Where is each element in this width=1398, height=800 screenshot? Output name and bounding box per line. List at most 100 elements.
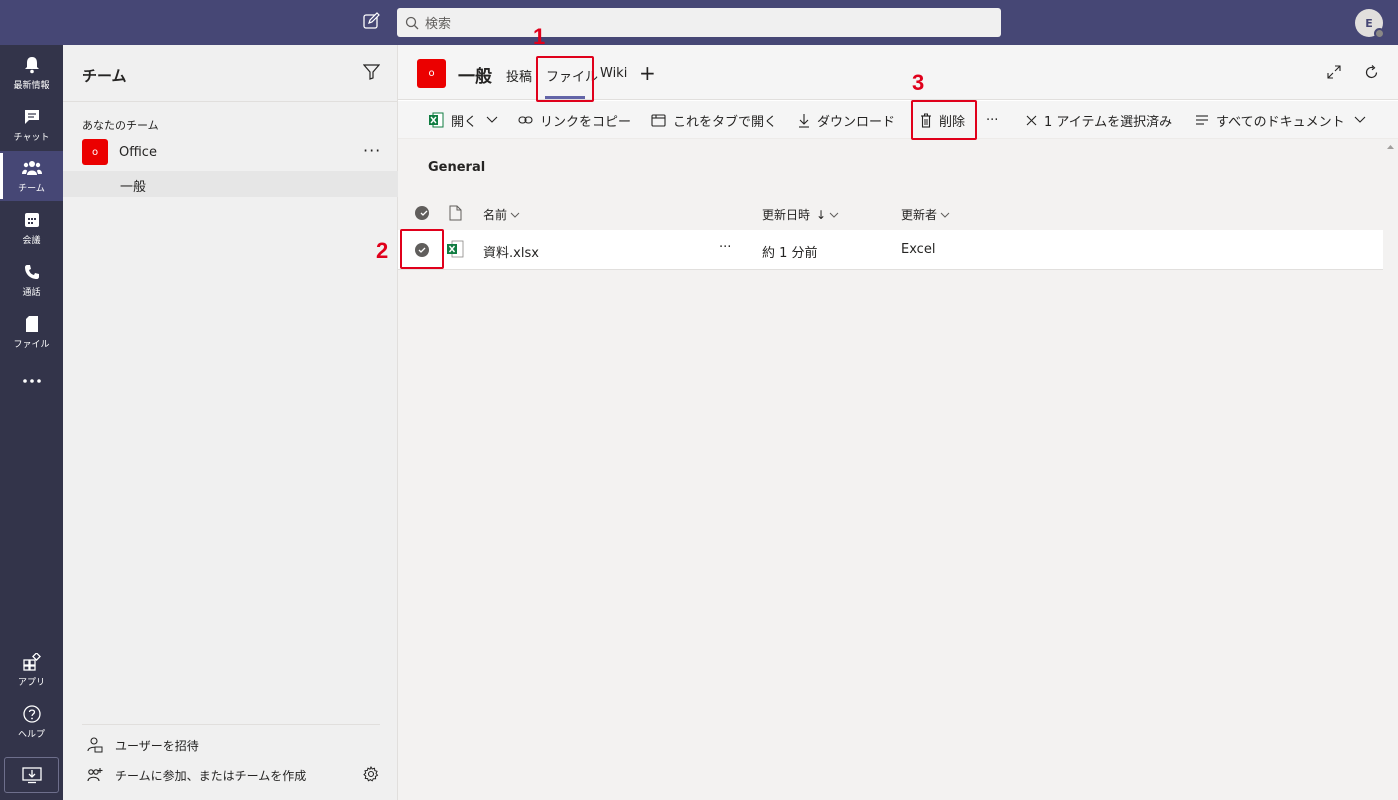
rail-item-label: 会議	[22, 236, 41, 246]
column-modified-by-label: 更新者	[901, 208, 938, 222]
rail-item-apps[interactable]: アプリ	[0, 645, 63, 695]
teams-icon	[21, 158, 42, 178]
select-all-checkbox[interactable]	[415, 206, 429, 220]
chevron-down-icon	[510, 212, 520, 218]
add-user-icon	[87, 737, 103, 753]
tab-icon	[651, 113, 666, 127]
page-title: 一般	[458, 67, 492, 87]
more-options-icon[interactable]: ···	[363, 141, 381, 160]
selection-count-label: 1 アイテムを選択済み	[1044, 114, 1173, 130]
join-create-team-button[interactable]: チームに参加、またはチームを作成	[87, 765, 306, 785]
app-rail: 最新情報 チャット チーム 会議 通話 ファイル アプリ ヘルプ	[0, 45, 63, 800]
rail-item-activity[interactable]: 最新情報	[0, 48, 63, 98]
row-more-button[interactable]: ···	[719, 240, 731, 255]
join-label: チームに参加、またはチームを作成	[115, 768, 307, 783]
channel-item-general[interactable]: 一般	[63, 171, 398, 197]
panel-title: チーム	[82, 67, 127, 85]
chevron-down-icon	[1354, 116, 1365, 123]
copy-link-button[interactable]: リンクをコピー	[518, 101, 631, 139]
main-area: o 一般 投稿 ファイル Wiki + 開く リンクをコピー これをタブで開く	[398, 45, 1398, 800]
search-icon	[405, 16, 419, 29]
list-view-icon	[1196, 115, 1208, 125]
download-app-button[interactable]	[4, 757, 59, 793]
rail-item-calls[interactable]: 通話	[0, 255, 63, 305]
avatar-initial: E	[1365, 16, 1373, 30]
column-name-label: 名前	[483, 208, 508, 222]
bell-icon	[22, 55, 42, 75]
file-modified-by: Excel	[901, 242, 936, 257]
tab-wiki[interactable]: Wiki	[600, 66, 627, 81]
link-icon	[518, 116, 533, 124]
sort-arrow-icon: ↓	[816, 207, 827, 222]
team-logo: o	[82, 139, 108, 165]
expand-icon[interactable]	[1327, 65, 1341, 83]
chevron-down-icon	[486, 116, 498, 123]
rail-item-label: ヘルプ	[17, 730, 45, 740]
teams-panel: チーム あなたのチーム o Office ··· 一般 ユーザーを招待 チームに…	[63, 45, 398, 800]
column-modified-by[interactable]: 更新者	[901, 206, 950, 223]
channel-name: 一般	[120, 180, 147, 195]
gear-icon[interactable]	[363, 765, 379, 786]
calendar-icon	[22, 210, 42, 230]
callout-number-1: 1	[533, 24, 546, 49]
search-placeholder: 検索	[425, 17, 452, 32]
rail-item-label: チーム	[18, 184, 45, 194]
rail-item-label: アプリ	[17, 678, 45, 688]
avatar[interactable]: E	[1355, 9, 1385, 39]
compose-icon[interactable]	[362, 12, 382, 32]
chevron-down-icon	[940, 212, 950, 218]
team-item-office[interactable]: o Office ···	[63, 139, 398, 167]
scrollbar[interactable]	[1383, 139, 1398, 800]
callout-box-row-checkbox	[400, 229, 444, 269]
column-name[interactable]: 名前	[483, 206, 520, 223]
apps-icon	[22, 652, 42, 672]
open-label: 開く	[451, 114, 478, 130]
excel-file-icon	[446, 240, 464, 262]
top-bar: 検索 E	[0, 0, 1398, 45]
open-button[interactable]: 開く	[428, 101, 498, 139]
file-type-icon[interactable]	[446, 205, 462, 221]
rail-item-more[interactable]	[0, 357, 63, 407]
download-icon	[21, 767, 42, 784]
callout-number-3: 3	[912, 70, 925, 95]
clear-selection-button[interactable]: 1 アイテムを選択済み	[1026, 101, 1172, 139]
invite-label: ユーザーを招待	[115, 738, 199, 753]
file-icon	[22, 314, 42, 334]
chevron-down-icon	[829, 212, 839, 218]
refresh-icon[interactable]	[1364, 65, 1379, 84]
divider	[82, 724, 380, 725]
search-input[interactable]: 検索	[397, 8, 1001, 37]
add-tab-icon[interactable]: +	[639, 61, 656, 85]
library-title: General	[428, 160, 486, 175]
view-selector-label: すべてのドキュメント	[1216, 114, 1345, 130]
column-header-row: 名前 更新日時 ↓ 更新者	[398, 197, 1383, 229]
rail-item-teams[interactable]: チーム	[0, 151, 63, 201]
download-label: ダウンロード	[817, 114, 896, 130]
scroll-up-icon	[1387, 145, 1394, 149]
rail-item-meetings[interactable]: 会議	[0, 203, 63, 253]
file-name-link[interactable]: 資料.xlsx	[483, 242, 539, 261]
channel-logo-letter: o	[428, 68, 435, 79]
tab-posts[interactable]: 投稿	[506, 66, 532, 85]
more-commands-button[interactable]: ···	[986, 101, 998, 139]
rail-item-files[interactable]: ファイル	[0, 307, 63, 357]
table-row[interactable]: 資料.xlsx ··· 約 1 分前 Excel	[398, 230, 1383, 270]
section-label: あなたのチーム	[82, 119, 159, 132]
download-icon	[799, 113, 809, 128]
filter-icon[interactable]	[362, 64, 381, 84]
check-icon	[420, 210, 427, 216]
rail-item-label: 最新情報	[13, 81, 50, 91]
more-icon	[22, 371, 42, 391]
chat-icon	[22, 107, 42, 127]
download-button[interactable]: ダウンロード	[798, 101, 895, 139]
callout-box-files-tab	[536, 56, 594, 102]
rail-item-label: チャット	[13, 133, 50, 143]
rail-item-help[interactable]: ヘルプ	[0, 697, 63, 747]
column-modified[interactable]: 更新日時 ↓	[762, 206, 839, 223]
help-icon	[22, 704, 42, 724]
callout-box-delete	[911, 100, 977, 140]
view-selector[interactable]: すべてのドキュメント	[1195, 101, 1366, 139]
rail-item-chat[interactable]: チャット	[0, 100, 63, 150]
open-as-tab-button[interactable]: これをタブで開く	[651, 101, 777, 139]
invite-users-button[interactable]: ユーザーを招待	[87, 735, 199, 755]
